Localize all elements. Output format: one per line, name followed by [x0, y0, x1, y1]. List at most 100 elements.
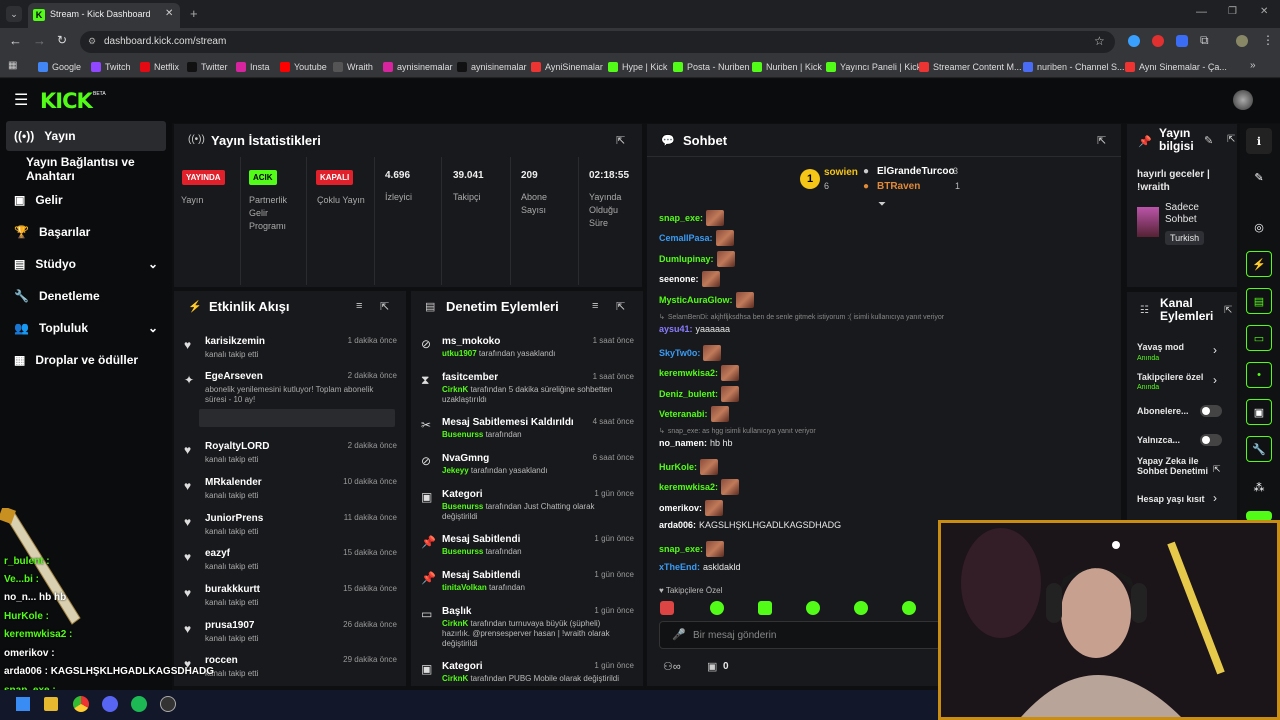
wrench-icon[interactable]: 🔧 [1246, 436, 1272, 462]
chat-message[interactable]: keremwkisa2: [659, 365, 740, 381]
browser-menu-icon[interactable]: ⋮ [1262, 33, 1274, 47]
chat-username[interactable]: arda006: [659, 520, 696, 530]
edit-icon[interactable]: ✎ [1204, 134, 1213, 147]
bookmark-item[interactable]: Insta [236, 62, 270, 72]
chat-message[interactable]: snap_exe: [659, 210, 725, 226]
mod-action-item[interactable]: ⧗ fasitcember CirknK tarafından 5 dakika s… [418, 372, 636, 406]
popout-icon[interactable]: ⇱ [1227, 134, 1235, 145]
popout-icon[interactable]: ⇱ [616, 134, 625, 147]
chat-username[interactable]: Veteranabi: [659, 409, 708, 419]
kick-logo[interactable]: KICK [40, 89, 93, 113]
bookmark-item[interactable]: Hype | Kick [608, 62, 667, 72]
mod-action-item[interactable]: 📌 Mesaj Sabitlendi tinitaVolkan tarafından… [418, 570, 636, 604]
activity-item[interactable]: ✦ EgeArseven abonelik yenilemesini kutluyo… [181, 371, 399, 433]
sidebar-item-droplar[interactable]: ▦ Droplar ve ödüller [6, 345, 166, 375]
chat-message[interactable]: xTheEnd: askldakld [659, 562, 741, 572]
chat-message[interactable]: Dumlupinay: [659, 251, 735, 267]
sidebar-item-gelir[interactable]: ▣ Gelir [6, 185, 166, 215]
chat-username[interactable]: no_namen: [659, 438, 707, 448]
expand-leaderboard-icon[interactable]: ⏷ [878, 199, 886, 210]
bookmark-item[interactable]: Netflix [140, 62, 179, 72]
mod-action-item[interactable]: 📌 Mesaj Sabitlendi Busenurss tarafından 1 g… [418, 534, 636, 568]
file-explorer-icon[interactable] [44, 697, 58, 711]
chat-message[interactable]: aysu41: yaaaaaa [659, 324, 730, 334]
bookmark-item[interactable]: Google [38, 62, 81, 72]
emote-icon[interactable] [854, 601, 868, 615]
chat-icon[interactable]: ▭ [1246, 325, 1272, 351]
popout-icon[interactable]: ⇱ [616, 300, 625, 313]
chrome-icon[interactable] [73, 696, 89, 712]
back-icon[interactable]: ← [9, 33, 22, 48]
activity-item[interactable]: ♥ MRkalender kanalı takip etti 10 dakika ön… [181, 477, 399, 509]
chat-username[interactable]: SkyTw0o: [659, 348, 700, 358]
chat-message[interactable]: CemallPasa: [659, 230, 734, 246]
chat-username[interactable]: Dumlupinay: [659, 254, 714, 264]
sidebar-item-basarilar[interactable]: 🏆 Başarılar [6, 217, 166, 247]
close-tab-icon[interactable]: ✕ [165, 8, 173, 19]
chat-username[interactable]: snap_exe: [659, 544, 703, 554]
apps-icon[interactable]: ⁂ [1246, 474, 1272, 500]
bookmark-item[interactable]: Twitch [91, 62, 131, 72]
mod-action-item[interactable]: ⊘ ms_mokoko utku1907 tarafından yasaklandı… [418, 336, 636, 370]
chevron-right-icon[interactable]: › [1213, 343, 1217, 357]
bookmark-item[interactable]: Youtube [280, 62, 327, 72]
sidebar-item-topluluk[interactable]: 👥 Topluluk ⌄ [6, 313, 166, 343]
bookmark-item[interactable]: aynisinemalar [383, 62, 453, 72]
bookmark-item[interactable]: Nuriben | Kick [752, 62, 822, 72]
extensions-puzzle-icon[interactable]: ⧉ [1200, 33, 1209, 48]
sidebar-item-yayin[interactable]: ((•)) Yayın [6, 121, 166, 151]
lightning-icon[interactable]: ⚡ [1246, 251, 1272, 277]
filter-icon[interactable]: ≡ [356, 300, 362, 312]
popout-icon[interactable]: ⇱ [1097, 134, 1106, 147]
activity-item[interactable]: ♥ burakkkurtt kanalı takip etti 15 dakika ö… [181, 584, 399, 616]
spotify-icon[interactable] [131, 696, 147, 712]
activity-item[interactable]: ♥ RoyaltyLORD kanalı takip etti 2 dakika ön… [181, 441, 399, 473]
bookmark-item[interactable]: Wraith [333, 62, 373, 72]
sidebar-item-studyo[interactable]: ▤ Stüdyo ⌄ [6, 249, 166, 279]
mod-action-item[interactable]: ✂ Mesaj Sabitlemesi Kaldırıldı Busenurss t… [418, 417, 636, 451]
url-field[interactable]: ⚙ dashboard.kick.com/stream ☆ [80, 31, 1115, 53]
bookmark-item[interactable]: Twitter [187, 62, 228, 72]
tab-search-button[interactable]: ⌄ [6, 6, 22, 22]
chat-username[interactable]: Deniz_bulent: [659, 389, 718, 399]
gift-icon[interactable]: ▣ [707, 660, 717, 673]
maximize-icon[interactable]: ❐ [1228, 6, 1237, 17]
forward-icon[interactable]: → [33, 33, 46, 48]
info-icon[interactable]: ℹ [1246, 128, 1272, 154]
popout-icon[interactable]: ⇱ [1224, 305, 1232, 316]
chat-message[interactable]: HurKole: [659, 459, 718, 475]
chat-reply-notice[interactable]: ↳ SelamBenDi: akjhfljksdhsa ben de senle … [659, 313, 944, 322]
chat-message[interactable]: keremwkisa2: [659, 479, 740, 495]
chevron-right-icon[interactable]: › [1213, 373, 1217, 387]
shield-extension-icon[interactable] [1176, 35, 1188, 47]
user-avatar[interactable] [1233, 90, 1253, 110]
chevron-right-icon[interactable]: › [1213, 491, 1217, 505]
emotes-only-toggle[interactable] [1200, 434, 1222, 446]
bookmark-item[interactable]: Streamer Content M... [919, 62, 1022, 72]
infinity-icon[interactable]: ⚇∞ [663, 660, 681, 673]
chat-input[interactable]: 🎤 Bir mesaj gönderin [659, 621, 941, 649]
chat-message[interactable]: Veteranabi: [659, 406, 729, 422]
activity-item[interactable]: ♥ karisikzemin kanalı takip etti 1 dakika ö… [181, 336, 399, 368]
reload-icon[interactable]: ↻ [57, 33, 67, 47]
chat-message[interactable]: omerikov: [659, 500, 724, 516]
document-icon[interactable]: ▤ [1246, 288, 1272, 314]
chat-username[interactable]: keremwkisa2: [659, 482, 718, 492]
apps-grid-icon[interactable]: ▦ [8, 60, 17, 71]
grid-icon[interactable]: ▣ [1246, 399, 1272, 425]
chat-username[interactable]: aysu41: [659, 324, 693, 334]
discord-icon[interactable] [102, 696, 118, 712]
capture-icon[interactable]: ◎ [1246, 214, 1272, 240]
chat-message[interactable]: seenone: [659, 271, 720, 287]
external-link-icon[interactable]: ⇱ [1213, 464, 1221, 475]
popout-icon[interactable]: ⇱ [380, 300, 389, 313]
edit-icon[interactable]: ✎ [1246, 164, 1272, 190]
chat-username[interactable]: seenone: [659, 274, 699, 284]
emote-icon[interactable] [806, 601, 820, 615]
emote-icon[interactable] [710, 601, 724, 615]
extension-icon[interactable] [1152, 35, 1164, 47]
close-window-icon[interactable]: ✕ [1260, 6, 1268, 17]
activity-item[interactable]: ♥ JuniorPrens kanalı takip etti 11 dakika ö… [181, 513, 399, 545]
extension-icon[interactable] [1128, 35, 1140, 47]
emote-icon[interactable] [902, 601, 916, 615]
